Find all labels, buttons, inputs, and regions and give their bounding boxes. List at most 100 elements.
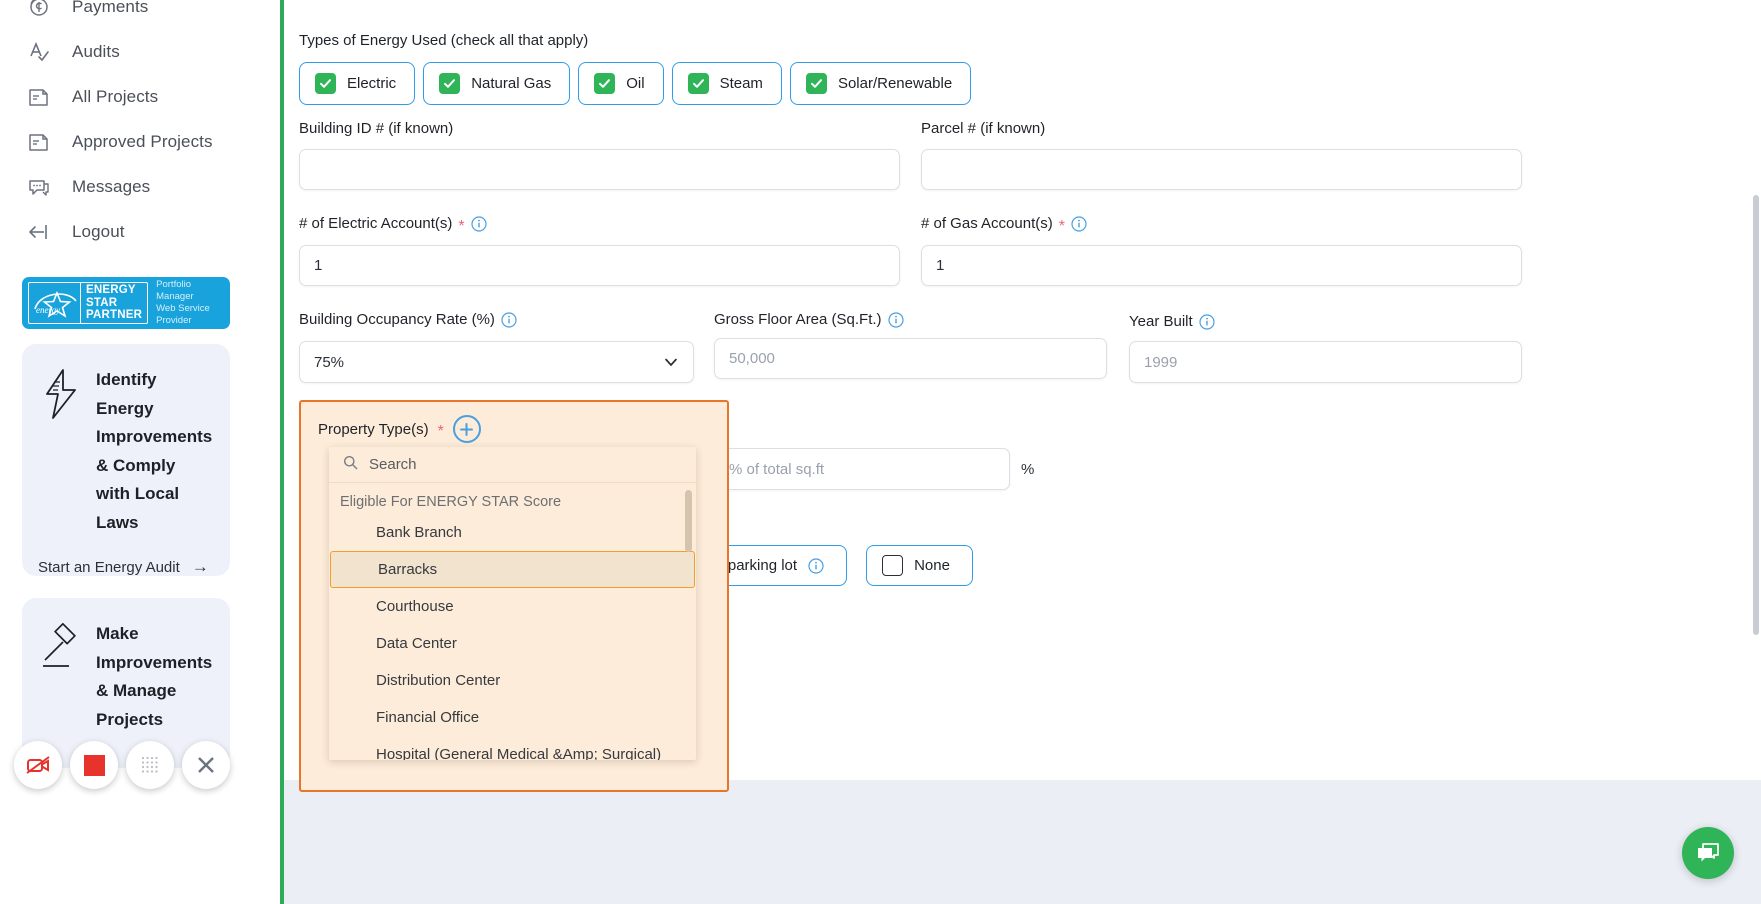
occupancy-select[interactable] [299,341,694,383]
sidebar-item-label: Payments [72,0,149,16]
info-icon[interactable] [808,557,824,574]
dropdown-scrollbar[interactable] [685,490,692,740]
percent-sign-label: % [1021,460,1035,478]
logout-icon [24,217,54,247]
checkbox-label: Natural Gas [471,75,552,92]
badge-word-energy: ENERGY [86,284,136,297]
info-icon[interactable] [1071,215,1087,232]
property-type-option[interactable]: Data Center [329,625,696,662]
projects-icon [24,82,54,112]
electric-accounts-input[interactable] [299,245,900,286]
property-types-label: Property Type(s) [318,420,429,438]
required-asterisk: * [437,423,444,440]
chat-bubble-icon[interactable] [1682,827,1734,879]
energy-types-label: Types of Energy Used (check all that app… [299,32,589,49]
sidebar-item-messages[interactable]: Messages [0,164,282,209]
property-type-option-list: Bank Branch Barracks Courthouse Data Center… [329,514,696,760]
badge-words: ENERGY STAR PARTNER [81,284,147,322]
page-bottom-band [284,780,1761,904]
year-built-label: Year Built [1129,313,1193,330]
parcel-input[interactable] [921,149,1522,190]
gross-floor-area-label-row: Gross Floor Area (Sq.Ft.) [714,311,904,328]
stop-recording-icon[interactable] [70,741,118,789]
occupancy-label: Building Occupancy Rate (%) [299,311,495,328]
gross-floor-area-input[interactable] [714,338,1107,379]
property-type-option[interactable]: Distribution Center [329,662,696,699]
property-type-option[interactable]: Barracks [330,551,695,588]
info-icon[interactable] [501,311,517,328]
info-icon[interactable] [1199,313,1215,330]
page-scrollbar-thumb[interactable] [1753,195,1759,635]
energy-type-checkbox-oil[interactable]: Oil [578,62,664,105]
badge-tagline-line2: Web Service Provider [156,303,210,326]
sidebar-item-label: Messages [72,176,151,196]
promo-title-2: Make Improvements & Manage Projects [96,624,213,729]
property-types-label-row: Property Type(s) * [318,415,727,443]
info-icon[interactable] [887,311,904,328]
checkbox-unchecked-icon[interactable] [882,555,904,576]
badge-tagline-line1: Portfolio Manager [156,279,194,302]
checkbox-checked-icon[interactable] [315,73,336,94]
year-built-input[interactable] [1129,341,1522,383]
checkbox-label: Solar/Renewable [837,75,953,92]
property-type-option[interactable]: Hospital (General Medical &Amp; Surgical… [329,736,696,760]
building-id-input[interactable] [299,149,900,190]
property-type-option[interactable]: Bank Branch [329,514,696,551]
energy-type-checkbox-electric[interactable]: Electric [299,62,416,105]
promo-title-1: Identify Energy Improvements & Comply wi… [96,370,213,532]
checkbox-label: None [914,557,950,574]
checkbox-label: Oil [626,75,645,92]
arrow-right-icon: → [191,557,209,576]
energy-type-checkbox-solar-renewable[interactable]: Solar/Renewable [789,62,972,105]
sidebar-item-label: Logout [72,221,125,241]
sidebar-item-audits[interactable]: Audits [0,29,282,74]
dropdown-scrollbar-thumb[interactable] [685,490,692,552]
checkbox-checked-icon[interactable] [805,73,827,94]
year-built-label-row: Year Built [1129,313,1215,330]
checkbox-checked-icon[interactable] [439,73,461,94]
dots-grid-icon[interactable] [126,741,174,789]
energy-type-checkbox-natural-gas[interactable]: Natural Gas [423,62,571,105]
gas-accounts-input[interactable] [921,245,1522,286]
approved-projects-icon [24,127,54,157]
info-icon[interactable] [471,215,487,232]
sidebar-item-all-projects[interactable]: All Projects [0,74,282,119]
required-asterisk: * [458,217,465,235]
sidebar: Payments Audits All Projects Approved Proje… [0,0,282,904]
badge-logo-frame: energy ENERGY STAR PARTNER [28,282,149,324]
gavel-icon [38,620,84,674]
sidebar-nav: Payments Audits All Projects Approved Proje… [0,0,282,254]
percent-total-sqft-group: % [714,448,1034,490]
checkbox-checked-icon[interactable] [687,73,709,94]
gas-accounts-label-row: # of Gas Account(s) * [921,215,1087,234]
lightning-bolt-icon [38,366,84,422]
percent-total-sqft-input[interactable] [714,448,1010,490]
gas-accounts-label: # of Gas Account(s) [921,215,1053,232]
gross-floor-area-label: Gross Floor Area (Sq.Ft.) [714,311,882,328]
search-icon [343,455,358,475]
camera-off-icon[interactable] [14,741,62,789]
badge-word-star: STAR [86,296,118,309]
app-root: Payments Audits All Projects Approved Proje… [0,0,1761,904]
property-type-dropdown: Search Eligible For ENERGY STAR Score Ba… [329,447,696,760]
property-type-option[interactable]: Courthouse [329,588,696,625]
dropdown-group-header: Eligible For ENERGY STAR Score [340,494,562,510]
parking-checkbox-none[interactable]: None [866,545,973,586]
checkbox-checked-icon[interactable] [594,73,616,94]
energy-type-checkbox-steam[interactable]: Steam [671,62,782,105]
badge-tagline: Portfolio Manager Web Service Provider [154,279,224,327]
property-type-option[interactable]: Financial Office [329,699,696,736]
start-energy-audit-link[interactable]: Start an Energy Audit → [38,557,214,577]
energy-star-partner-badge: energy ENERGY STAR PARTNER Portfolio Man… [22,277,230,329]
sidebar-item-approved-projects[interactable]: Approved Projects [0,119,282,164]
sidebar-item-payments[interactable]: Payments [0,0,282,29]
chevron-down-icon[interactable] [663,354,679,375]
promo-card-energy-audit[interactable]: Identify Energy Improvements & Comply wi… [22,344,230,576]
property-type-search-row[interactable]: Search [329,447,696,483]
close-icon[interactable] [182,741,230,789]
sidebar-item-logout[interactable]: Logout [0,209,282,254]
energy-star-icon: energy [29,283,81,323]
add-property-type-button[interactable] [452,415,481,443]
badge-word-partner: PARTNER [86,309,143,322]
promo-cta-label-1: Start an Energy Audit [38,558,180,576]
